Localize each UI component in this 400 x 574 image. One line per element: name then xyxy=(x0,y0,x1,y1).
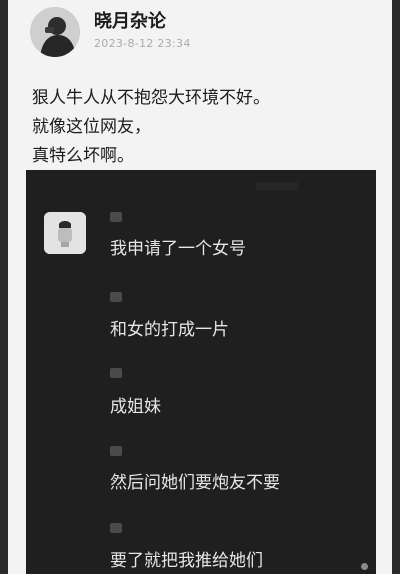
blurred-sender-mark xyxy=(110,292,124,304)
chat-message: 和女的打成一片 xyxy=(110,320,229,340)
blurred-sender-mark xyxy=(110,368,124,380)
right-frame-bar xyxy=(392,0,400,574)
blurred-sender-mark xyxy=(110,212,124,224)
watermark-logo-icon xyxy=(361,563,368,570)
avatar-thumbnail-icon xyxy=(44,212,86,254)
post-line: 狠人牛人从不抱怨大环境不好。 xyxy=(32,88,270,108)
embedded-chat-screenshot[interactable]: 我申请了一个女号 和女的打成一片 成姐妹 然后问她们要炮友不要 要了就把我推给她… xyxy=(26,170,376,574)
blurred-sender-mark xyxy=(110,446,124,458)
watermark xyxy=(361,563,368,570)
post-card: 晓月杂论 2023-8-12 23:34 狠人牛人从不抱怨大环境不好。 就像这位… xyxy=(8,0,392,574)
chat-message: 我申请了一个女号 xyxy=(110,239,246,259)
blurred-sender-mark xyxy=(110,523,124,535)
blurred-header-mark xyxy=(256,182,298,190)
left-frame-bar xyxy=(0,0,8,574)
post-line: 真特么坏啊。 xyxy=(32,146,134,166)
author-name[interactable]: 晓月杂论 xyxy=(94,7,166,33)
chat-message: 成姐妹 xyxy=(110,397,161,417)
chat-message: 要了就把我推给她们 xyxy=(110,551,263,571)
avatar-photo-icon xyxy=(30,7,80,57)
chat-avatar xyxy=(44,212,86,254)
author-avatar[interactable] xyxy=(30,7,80,57)
post-timestamp: 2023-8-12 23:34 xyxy=(94,37,191,50)
post-line: 就像这位网友， xyxy=(32,117,151,137)
post-body: 狠人牛人从不抱怨大环境不好。 就像这位网友， 真特么坏啊。 xyxy=(32,84,372,171)
chat-message: 然后问她们要炮友不要 xyxy=(110,473,280,493)
